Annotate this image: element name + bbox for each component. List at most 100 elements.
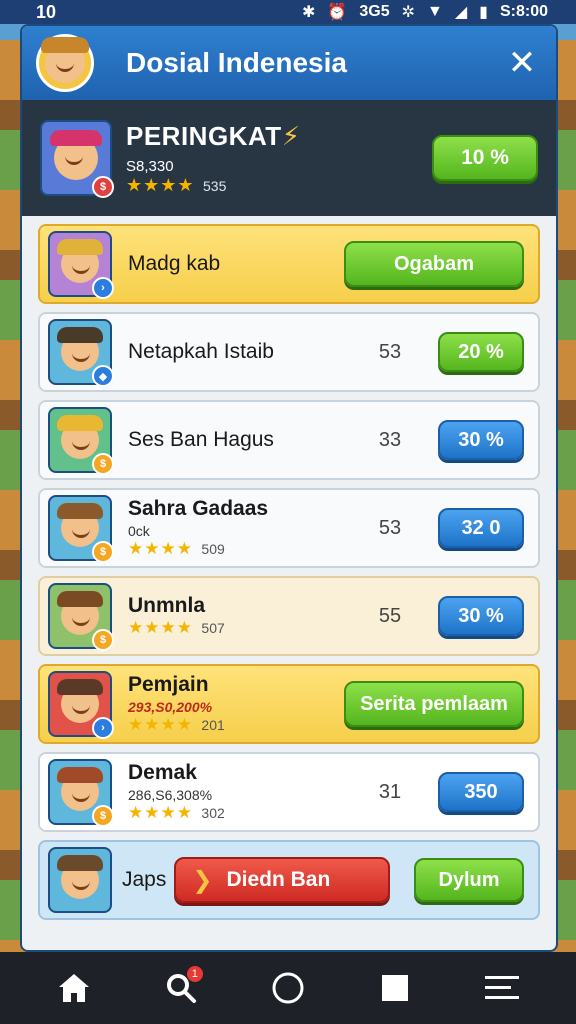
stars-count: 302 [201, 805, 225, 821]
square-button[interactable] [365, 958, 425, 1018]
action-button[interactable]: Ogabam [344, 241, 524, 287]
search-button[interactable]: 1 [151, 958, 211, 1018]
percent-button[interactable]: 30 % [438, 420, 524, 460]
stars-icon: ★★★★ [128, 803, 193, 822]
play-button[interactable]: ❯ Diedn Ban [174, 857, 391, 903]
player-score: 31 [378, 780, 402, 803]
player-name: Ses Ban Hagus [128, 428, 274, 451]
list-item[interactable]: $ Demak 286,S6,308% ★★★★ 302 31 350 [38, 752, 540, 832]
player-subtitle: 293,S0,200% [128, 699, 213, 715]
list-item[interactable]: Japs ❯ Diedn Ban Dylum [38, 840, 540, 920]
player-name: Unmnla [128, 594, 206, 617]
character-icon [57, 503, 103, 547]
status-bar: 10 ✱ ⏰ 3G5 ✲ ▼ ◢ ▮ S:8:00 [0, 0, 576, 24]
row-info: Netapkah Istaib [128, 340, 360, 364]
character-icon [57, 415, 103, 459]
square-icon [382, 975, 409, 1001]
status-clock: S:8:00 [499, 3, 548, 20]
action-button[interactable]: Serita pemlaam [344, 681, 524, 727]
character-avatar [48, 847, 112, 913]
chevron-right-icon: ❯ [192, 866, 213, 894]
rank-info: PERINGKAT⚡ S8,330 ★★★★ 535 [126, 121, 432, 196]
menu-icon [485, 976, 520, 999]
rank-title-text: PERINGKAT [126, 120, 282, 151]
status-icons: ✱ ⏰ 3G5 ✲ ▼ ◢ ▮ S:8:00 [302, 2, 548, 22]
character-avatar: $ [48, 583, 114, 651]
list-item[interactable]: › Pemjain 293,S0,200% ★★★★ 201 Serita pe… [38, 664, 540, 744]
notification-badge: 1 [186, 966, 203, 982]
player-name: Netapkah Istaib [128, 340, 274, 363]
player-name: Demak [128, 761, 197, 784]
percent-button[interactable]: 32 0 [438, 508, 524, 548]
player-rating: ★★★★ 507 [128, 618, 360, 638]
rank-banner: $ PERINGKAT⚡ S8,330 ★★★★ 535 10 % [22, 100, 556, 216]
battery-icon: ▮ [479, 4, 488, 21]
character-avatar: › [48, 671, 114, 739]
signal-icon: ◢ [454, 4, 468, 21]
close-button[interactable]: ✕ [502, 43, 542, 83]
player-name: Pemjain [128, 673, 209, 696]
circle-icon [272, 972, 304, 1004]
character-icon [57, 855, 103, 899]
wifi-icon: ▼ [427, 3, 443, 20]
arrow-icon: › [92, 717, 114, 739]
row-info: Unmnla ★★★★ 507 [128, 594, 360, 638]
player-name: Japs [122, 868, 167, 891]
player-list: › Madg kab Ogabam ◆ Netapkah Istaib 53 2… [22, 216, 556, 920]
player-rating: ★★★★ 201 [128, 715, 344, 735]
stars-icon: ★★★★ [128, 715, 193, 734]
coin-icon: $ [92, 453, 114, 475]
avatar-face-icon [41, 37, 89, 83]
list-item[interactable]: $ Ses Ban Hagus 33 30 % [38, 400, 540, 480]
row-info: Demak 286,S6,308% ★★★★ 302 [128, 761, 360, 823]
percent-button[interactable]: 350 [438, 772, 524, 812]
character-avatar: $ [48, 495, 114, 563]
player-score: 33 [378, 428, 402, 451]
status-time: 10 [36, 1, 57, 22]
rank-title: PERINGKAT⚡ [126, 121, 432, 152]
list-item[interactable]: ◆ Netapkah Istaib 53 20 % [38, 312, 540, 392]
player-subtitle: 286,S6,308% [128, 787, 213, 803]
player-avatar[interactable] [36, 34, 94, 92]
bolt-icon: ⚡ [281, 120, 301, 151]
character-avatar: › [48, 231, 114, 299]
rank-avatar: $ [40, 120, 114, 198]
bottom-nav: 1 [0, 952, 576, 1024]
list-item[interactable]: $ Sahra Gadaas 0ck ★★★★ 509 53 32 0 [38, 488, 540, 568]
character-avatar: $ [48, 759, 114, 827]
character-icon [57, 591, 103, 635]
character-icon [57, 767, 103, 811]
menu-button[interactable] [472, 958, 532, 1018]
player-score: 53 [378, 516, 402, 539]
percent-button[interactable]: 30 % [438, 596, 524, 636]
stars-icon: ★★★★ [128, 618, 193, 637]
vibrate-icon: ✲ [401, 4, 415, 21]
player-name: Madg kab [128, 252, 221, 275]
list-item[interactable]: $ Unmnla ★★★★ 507 55 30 % [38, 576, 540, 656]
dialog-title: Dosial Indenesia [126, 47, 347, 78]
bluetooth-icon: ✱ [302, 4, 316, 21]
percent-button[interactable]: 20 % [438, 332, 524, 372]
row-info: Madg kab [128, 252, 344, 276]
stars-count: 201 [201, 717, 225, 733]
character-icon [57, 679, 103, 723]
character-icon [57, 239, 103, 283]
coin-icon: $ [92, 805, 114, 827]
shield-icon: ◆ [92, 365, 114, 387]
stars-icon: ★★★★ [126, 174, 195, 195]
character-icon [50, 130, 102, 180]
action-button[interactable]: Dylum [414, 858, 524, 902]
rank-percent-button[interactable]: 10 % [432, 135, 538, 181]
rank-rating: ★★★★ 535 [126, 175, 432, 196]
player-rating: ★★★★ 509 [128, 539, 360, 559]
home-button[interactable] [44, 958, 104, 1018]
list-item[interactable]: › Madg kab Ogabam [38, 224, 540, 304]
coin-icon: $ [92, 176, 114, 198]
character-avatar: $ [48, 407, 114, 475]
circle-button[interactable] [258, 958, 318, 1018]
rank-subtitle: S8,330 [126, 157, 174, 175]
row-info: Sahra Gadaas 0ck ★★★★ 509 [128, 497, 360, 559]
stars-count: 507 [201, 620, 225, 636]
alarm-icon: ⏰ [327, 4, 348, 21]
player-score: 55 [378, 604, 402, 627]
